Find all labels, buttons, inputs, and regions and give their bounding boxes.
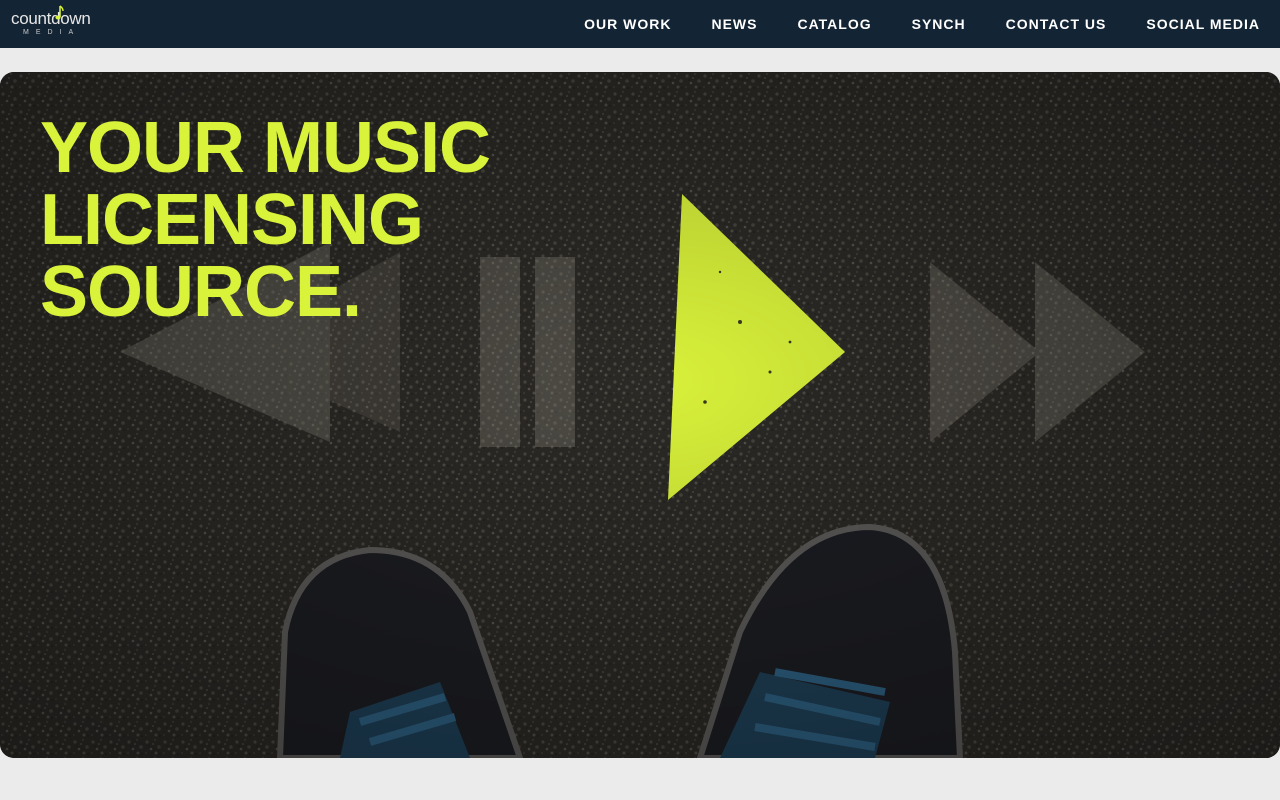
- hero-banner: YOUR MUSIC LICENSING SOURCE.: [0, 72, 1280, 758]
- nav-synch[interactable]: SYNCH: [912, 16, 966, 32]
- hero-heading-line-1: YOUR MUSIC: [40, 108, 491, 188]
- hero-heading: YOUR MUSIC LICENSING SOURCE.: [40, 112, 600, 328]
- music-note-icon: [55, 5, 64, 20]
- nav-our-work[interactable]: OUR WORK: [584, 16, 671, 32]
- logo-link[interactable]: countdown MEDIA: [11, 5, 91, 39]
- hero-heading-line-2: LICENSING: [40, 180, 424, 260]
- hero-heading-line-3: SOURCE.: [40, 252, 362, 332]
- logo-wordmark: countdown: [11, 9, 91, 28]
- main-nav: OUR WORK NEWS CATALOG SYNCH CONTACT US S…: [584, 0, 1260, 48]
- site-header: countdown MEDIA OUR WORK NEWS CATALOG SY…: [0, 0, 1280, 48]
- nav-contact-us[interactable]: CONTACT US: [1006, 16, 1107, 32]
- nav-social-media[interactable]: SOCIAL MEDIA: [1146, 16, 1260, 32]
- nav-news[interactable]: NEWS: [711, 16, 757, 32]
- logo-subtitle: MEDIA: [23, 29, 81, 36]
- nav-catalog[interactable]: CATALOG: [797, 16, 871, 32]
